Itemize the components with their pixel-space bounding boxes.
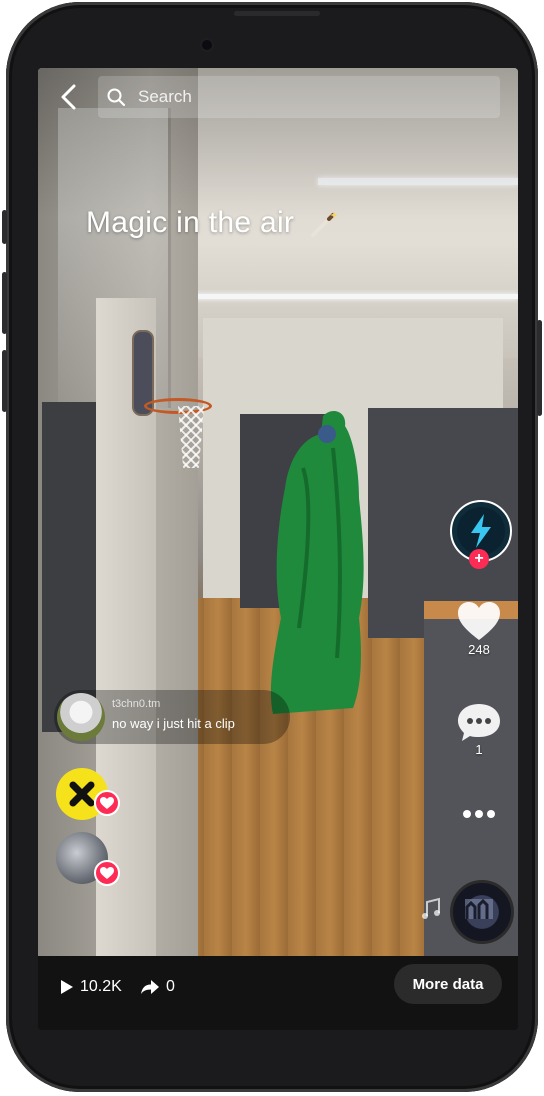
more-data-button[interactable]: More data bbox=[394, 964, 502, 1004]
front-camera bbox=[202, 40, 212, 50]
share-count-value: 0 bbox=[166, 978, 175, 995]
search-icon bbox=[107, 88, 126, 107]
like-button[interactable]: 248 bbox=[449, 600, 509, 657]
green-cloaked-figure bbox=[270, 411, 364, 714]
share-arrow-icon bbox=[141, 980, 159, 994]
ceiling-light bbox=[158, 294, 518, 299]
search-bar[interactable]: Search bbox=[98, 76, 500, 118]
search-placeholder: Search bbox=[138, 87, 192, 106]
heart-icon bbox=[100, 797, 114, 809]
ellipsis-icon bbox=[463, 810, 495, 818]
comment-button[interactable]: 1 bbox=[449, 702, 509, 757]
play-icon bbox=[61, 980, 73, 994]
music-disc[interactable] bbox=[450, 880, 514, 944]
comment-text: no way i just hit a clip bbox=[112, 716, 235, 731]
like-count: 248 bbox=[468, 642, 490, 657]
heart-icon bbox=[100, 867, 114, 879]
view-count-value: 10.2K bbox=[80, 978, 122, 995]
caption-text: Magic in the air bbox=[86, 206, 295, 239]
volume-up-button bbox=[2, 272, 7, 334]
commenter-avatar[interactable] bbox=[57, 693, 105, 741]
heart-badge bbox=[94, 790, 120, 816]
app-screen: Search Magic in the air + 248 1 t3chn0.t… bbox=[38, 68, 518, 1030]
bottom-stats-bar: 10.2K 0 More data bbox=[38, 956, 518, 1030]
video-caption: Magic in the air bbox=[86, 206, 339, 240]
share-count: 0 bbox=[140, 976, 175, 998]
follow-plus-button[interactable]: + bbox=[469, 549, 489, 569]
magic-wand-icon bbox=[310, 211, 338, 238]
power-button bbox=[537, 320, 542, 416]
heart-badge bbox=[94, 860, 120, 886]
comment-count: 1 bbox=[475, 742, 483, 757]
view-count: 10.2K bbox=[60, 976, 122, 998]
comment-bubble-icon bbox=[458, 704, 500, 741]
more-options-button[interactable] bbox=[449, 804, 509, 824]
album-art-icon bbox=[465, 898, 493, 919]
heart-icon bbox=[458, 602, 500, 640]
speaker-grille bbox=[234, 11, 320, 16]
back-arrow-icon[interactable] bbox=[56, 82, 82, 112]
music-note-icon bbox=[422, 897, 440, 919]
volume-down-button bbox=[2, 350, 7, 412]
mute-switch bbox=[2, 210, 7, 244]
video-frame[interactable] bbox=[38, 68, 518, 956]
commenter-username: t3chn0.tm bbox=[112, 698, 161, 710]
left-cabinet bbox=[42, 402, 96, 732]
live-comment[interactable]: t3chn0.tm no way i just hit a clip bbox=[54, 690, 290, 744]
phone-frame: Search Magic in the air + 248 1 t3chn0.t… bbox=[6, 2, 538, 1092]
